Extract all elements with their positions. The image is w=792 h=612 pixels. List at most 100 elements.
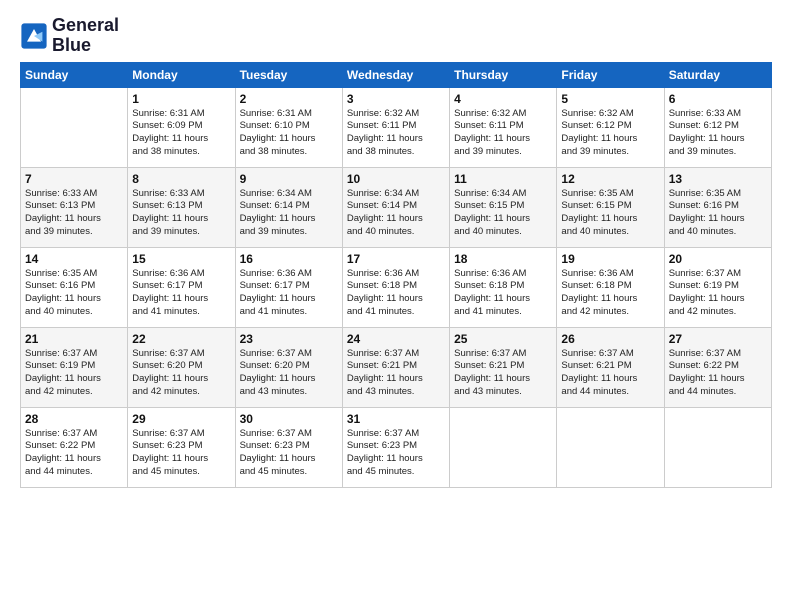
day-number: 30 (240, 412, 338, 426)
calendar-cell: 7 Sunrise: 6:33 AMSunset: 6:13 PMDaylight… (21, 167, 128, 247)
day-info: Sunrise: 6:36 AMSunset: 6:17 PMDaylight:… (132, 268, 230, 319)
day-info: Sunrise: 6:37 AMSunset: 6:23 PMDaylight:… (347, 428, 445, 479)
day-info: Sunrise: 6:37 AMSunset: 6:21 PMDaylight:… (561, 348, 659, 399)
day-number: 14 (25, 252, 123, 266)
calendar-cell (557, 407, 664, 487)
calendar-cell: 20 Sunrise: 6:37 AMSunset: 6:19 PMDayligh… (664, 247, 771, 327)
day-number: 3 (347, 92, 445, 106)
day-number: 10 (347, 172, 445, 186)
calendar-table: SundayMondayTuesdayWednesdayThursdayFrid… (20, 62, 772, 488)
calendar-cell: 22 Sunrise: 6:37 AMSunset: 6:20 PMDayligh… (128, 327, 235, 407)
day-info: Sunrise: 6:37 AMSunset: 6:21 PMDaylight:… (347, 348, 445, 399)
calendar-cell: 11Sunrise: 6:34 AMSunset: 6:15 PMDayligh… (450, 167, 557, 247)
day-info: Sunrise: 6:31 AMSunset: 6:10 PMDaylight:… (240, 108, 338, 159)
calendar-body: 1 Sunrise: 6:31 AMSunset: 6:09 PMDaylight… (21, 87, 772, 487)
day-info: Sunrise: 6:36 AMSunset: 6:17 PMDaylight:… (240, 268, 338, 319)
calendar-cell: 30 Sunrise: 6:37 AMSunset: 6:23 PMDayligh… (235, 407, 342, 487)
calendar-cell: 21Sunrise: 6:37 AMSunset: 6:19 PMDayligh… (21, 327, 128, 407)
day-info: Sunrise: 6:32 AMSunset: 6:11 PMDaylight:… (347, 108, 445, 159)
day-number: 18 (454, 252, 552, 266)
day-info: Sunrise: 6:34 AMSunset: 6:14 PMDaylight:… (240, 188, 338, 239)
calendar-cell: 8 Sunrise: 6:33 AMSunset: 6:13 PMDaylight… (128, 167, 235, 247)
calendar-cell: 5 Sunrise: 6:32 AMSunset: 6:12 PMDaylight… (557, 87, 664, 167)
day-number: 29 (132, 412, 230, 426)
day-number: 9 (240, 172, 338, 186)
calendar-cell: 27Sunrise: 6:37 AMSunset: 6:22 PMDayligh… (664, 327, 771, 407)
day-info: Sunrise: 6:36 AMSunset: 6:18 PMDaylight:… (454, 268, 552, 319)
day-info: Sunrise: 6:37 AMSunset: 6:20 PMDaylight:… (132, 348, 230, 399)
calendar-cell: 26 Sunrise: 6:37 AMSunset: 6:21 PMDayligh… (557, 327, 664, 407)
calendar-cell: 6 Sunrise: 6:33 AMSunset: 6:12 PMDaylight… (664, 87, 771, 167)
day-info: Sunrise: 6:37 AMSunset: 6:22 PMDaylight:… (25, 428, 123, 479)
day-info: Sunrise: 6:36 AMSunset: 6:18 PMDaylight:… (347, 268, 445, 319)
calendar-cell: 16 Sunrise: 6:36 AMSunset: 6:17 PMDayligh… (235, 247, 342, 327)
day-number: 16 (240, 252, 338, 266)
day-number: 24 (347, 332, 445, 346)
day-info: Sunrise: 6:36 AMSunset: 6:18 PMDaylight:… (561, 268, 659, 319)
calendar-cell (664, 407, 771, 487)
calendar-cell: 2Sunrise: 6:31 AMSunset: 6:10 PMDaylight… (235, 87, 342, 167)
calendar-cell (450, 407, 557, 487)
day-info: Sunrise: 6:37 AMSunset: 6:19 PMDaylight:… (669, 268, 767, 319)
calendar-header-row: SundayMondayTuesdayWednesdayThursdayFrid… (21, 62, 772, 87)
day-number: 11 (454, 172, 552, 186)
calendar-week-1: 1 Sunrise: 6:31 AMSunset: 6:09 PMDaylight… (21, 87, 772, 167)
day-info: Sunrise: 6:35 AMSunset: 6:16 PMDaylight:… (25, 268, 123, 319)
calendar-cell: 28 Sunrise: 6:37 AMSunset: 6:22 PMDayligh… (21, 407, 128, 487)
logo-icon (20, 22, 48, 50)
day-number: 13 (669, 172, 767, 186)
day-number: 25 (454, 332, 552, 346)
day-number: 19 (561, 252, 659, 266)
day-info: Sunrise: 6:33 AMSunset: 6:13 PMDaylight:… (132, 188, 230, 239)
logo-text: General Blue (52, 16, 119, 56)
calendar-cell: 10Sunrise: 6:34 AMSunset: 6:14 PMDayligh… (342, 167, 449, 247)
calendar-week-5: 28 Sunrise: 6:37 AMSunset: 6:22 PMDayligh… (21, 407, 772, 487)
calendar-header-saturday: Saturday (664, 62, 771, 87)
day-info: Sunrise: 6:37 AMSunset: 6:21 PMDaylight:… (454, 348, 552, 399)
day-number: 22 (132, 332, 230, 346)
day-number: 17 (347, 252, 445, 266)
logo: General Blue (20, 16, 119, 56)
calendar-header-thursday: Thursday (450, 62, 557, 87)
calendar-cell: 12 Sunrise: 6:35 AMSunset: 6:15 PMDayligh… (557, 167, 664, 247)
calendar-cell: 24 Sunrise: 6:37 AMSunset: 6:21 PMDayligh… (342, 327, 449, 407)
day-number: 26 (561, 332, 659, 346)
day-info: Sunrise: 6:37 AMSunset: 6:19 PMDaylight:… (25, 348, 123, 399)
calendar-cell: 4Sunrise: 6:32 AMSunset: 6:11 PMDaylight… (450, 87, 557, 167)
calendar-header-monday: Monday (128, 62, 235, 87)
calendar-cell (21, 87, 128, 167)
calendar-cell: 19 Sunrise: 6:36 AMSunset: 6:18 PMDayligh… (557, 247, 664, 327)
day-number: 28 (25, 412, 123, 426)
day-info: Sunrise: 6:37 AMSunset: 6:23 PMDaylight:… (240, 428, 338, 479)
calendar-header-sunday: Sunday (21, 62, 128, 87)
day-info: Sunrise: 6:33 AMSunset: 6:12 PMDaylight:… (669, 108, 767, 159)
calendar-header-tuesday: Tuesday (235, 62, 342, 87)
day-info: Sunrise: 6:33 AMSunset: 6:13 PMDaylight:… (25, 188, 123, 239)
calendar-cell: 1 Sunrise: 6:31 AMSunset: 6:09 PMDaylight… (128, 87, 235, 167)
calendar-cell: 9 Sunrise: 6:34 AMSunset: 6:14 PMDaylight… (235, 167, 342, 247)
day-info: Sunrise: 6:35 AMSunset: 6:16 PMDaylight:… (669, 188, 767, 239)
calendar-cell: 25 Sunrise: 6:37 AMSunset: 6:21 PMDayligh… (450, 327, 557, 407)
day-number: 5 (561, 92, 659, 106)
calendar-cell: 31 Sunrise: 6:37 AMSunset: 6:23 PMDayligh… (342, 407, 449, 487)
page: General Blue SundayMondayTuesdayWednesda… (0, 0, 792, 498)
day-info: Sunrise: 6:35 AMSunset: 6:15 PMDaylight:… (561, 188, 659, 239)
calendar-cell: 3 Sunrise: 6:32 AMSunset: 6:11 PMDaylight… (342, 87, 449, 167)
day-info: Sunrise: 6:37 AMSunset: 6:22 PMDaylight:… (669, 348, 767, 399)
day-number: 20 (669, 252, 767, 266)
calendar-cell: 29Sunrise: 6:37 AMSunset: 6:23 PMDayligh… (128, 407, 235, 487)
day-number: 7 (25, 172, 123, 186)
calendar-cell: 15Sunrise: 6:36 AMSunset: 6:17 PMDayligh… (128, 247, 235, 327)
day-number: 6 (669, 92, 767, 106)
day-number: 12 (561, 172, 659, 186)
day-number: 23 (240, 332, 338, 346)
calendar-week-2: 7 Sunrise: 6:33 AMSunset: 6:13 PMDaylight… (21, 167, 772, 247)
calendar-cell: 23Sunrise: 6:37 AMSunset: 6:20 PMDayligh… (235, 327, 342, 407)
day-number: 31 (347, 412, 445, 426)
day-number: 8 (132, 172, 230, 186)
day-info: Sunrise: 6:31 AMSunset: 6:09 PMDaylight:… (132, 108, 230, 159)
header: General Blue (20, 16, 772, 56)
calendar-cell: 17 Sunrise: 6:36 AMSunset: 6:18 PMDayligh… (342, 247, 449, 327)
day-info: Sunrise: 6:32 AMSunset: 6:12 PMDaylight:… (561, 108, 659, 159)
day-number: 1 (132, 92, 230, 106)
